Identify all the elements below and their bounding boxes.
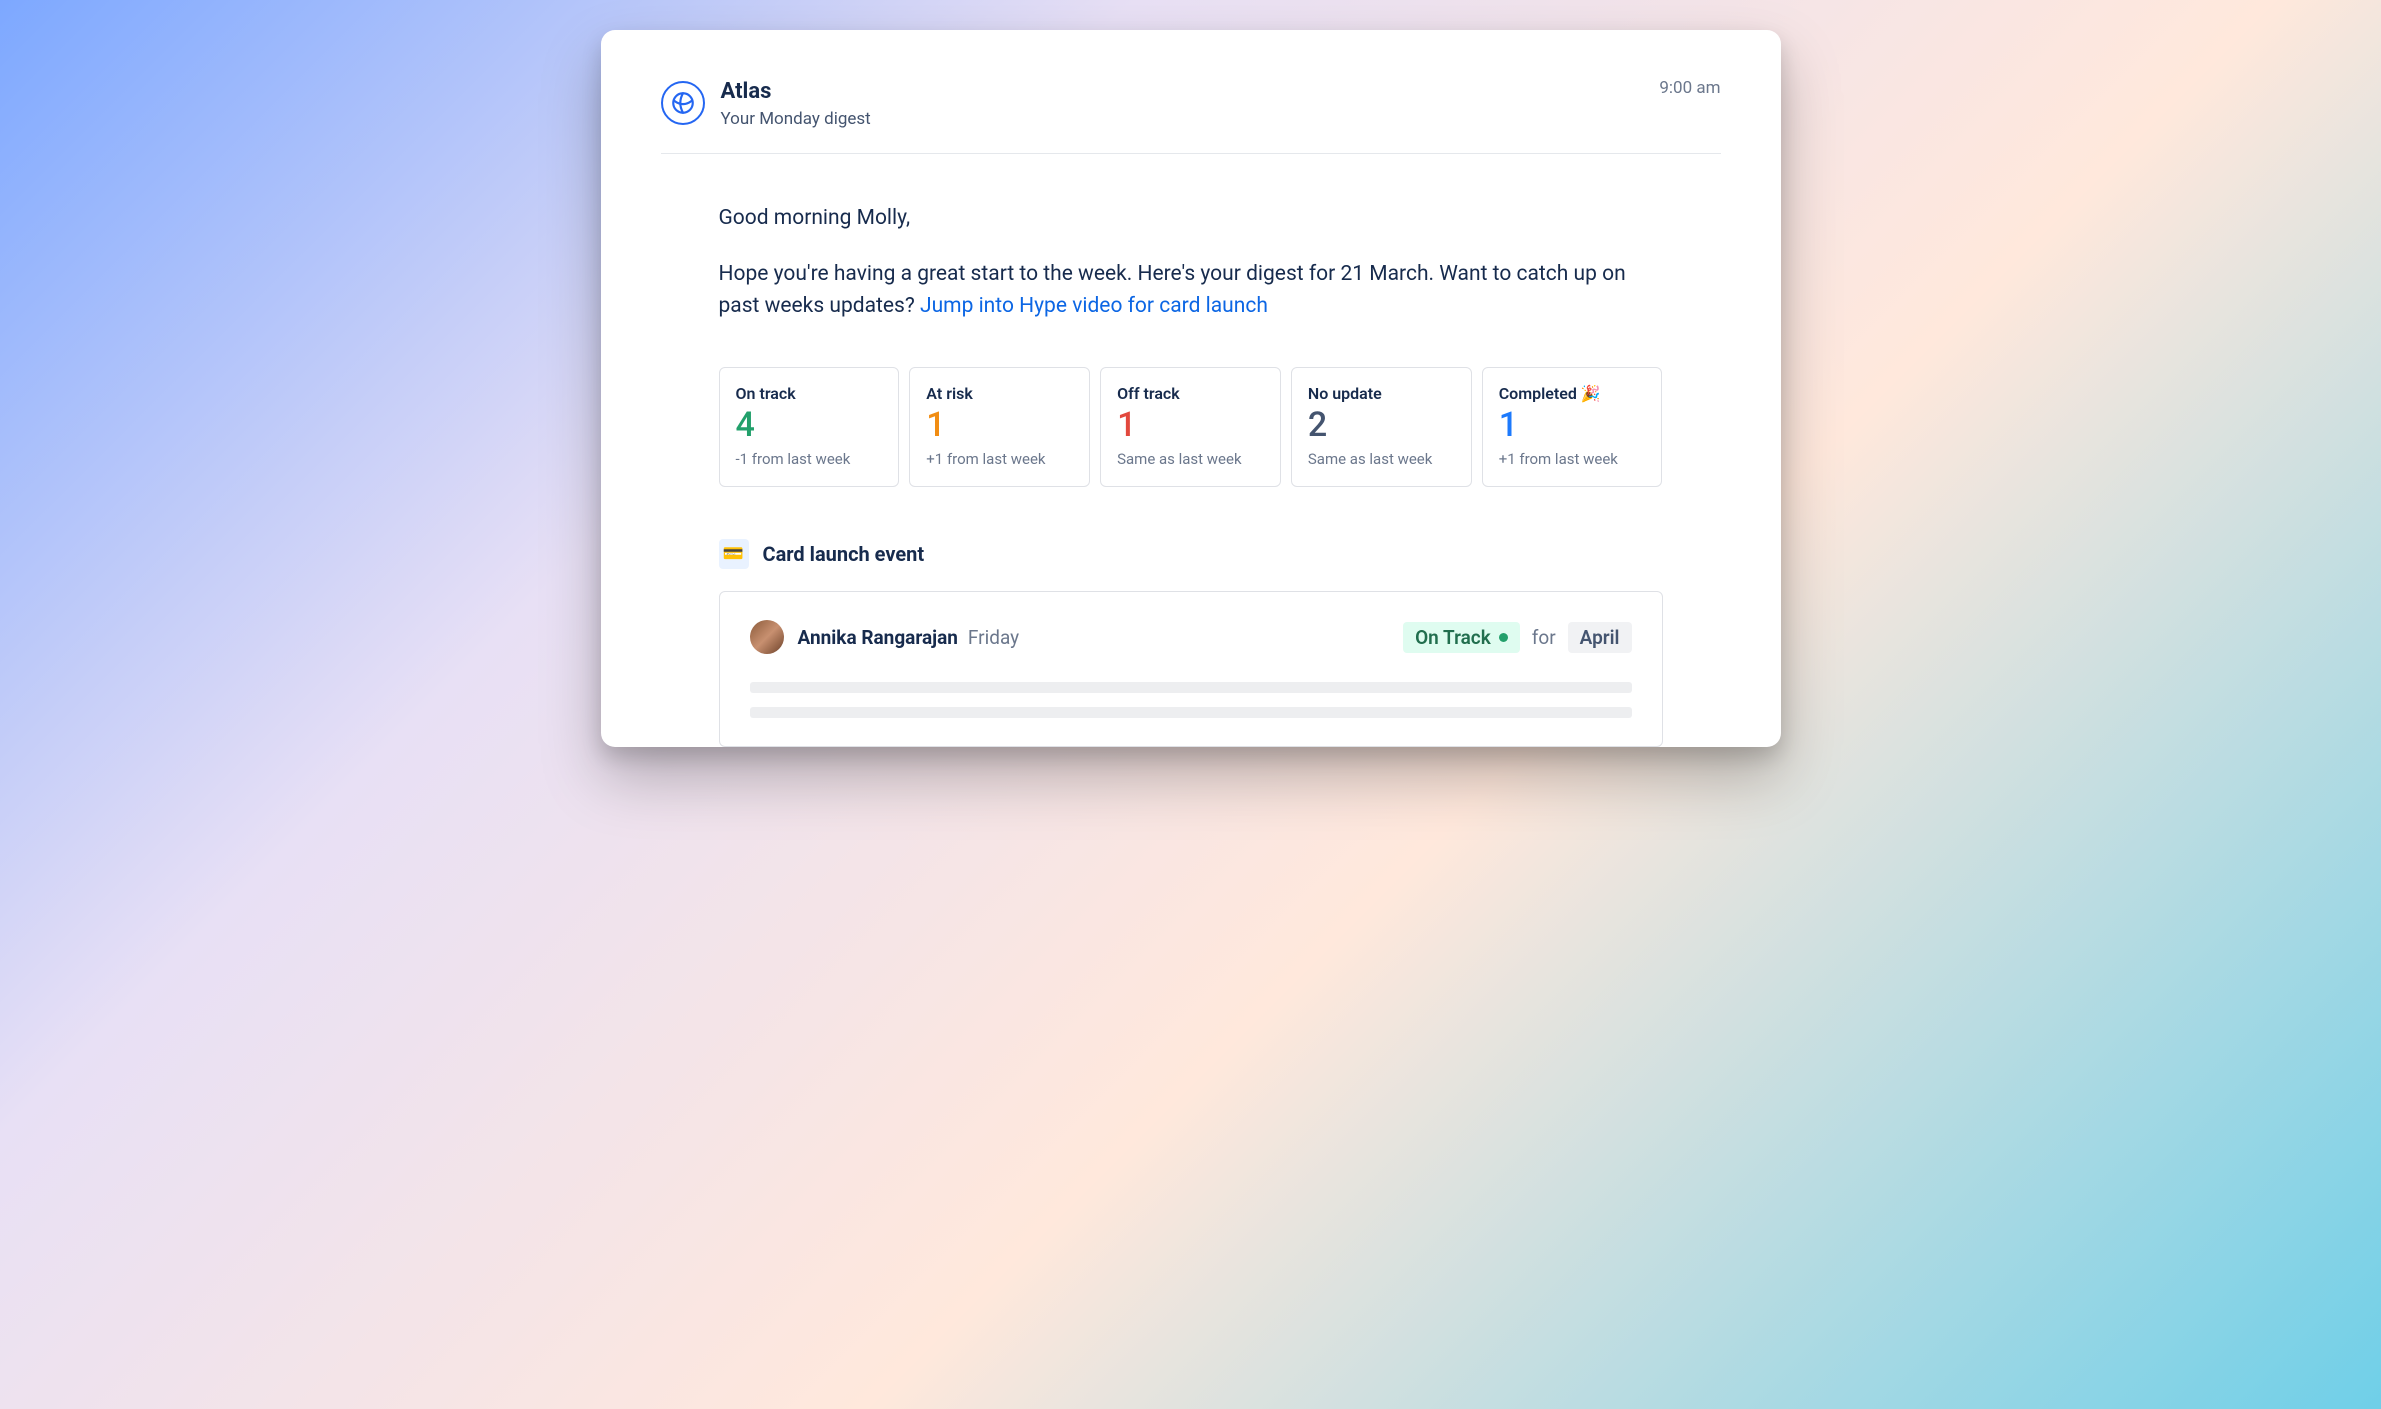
digest-card: Atlas Your Monday digest 9:00 am Good mo… (601, 30, 1781, 747)
stat-on-track[interactable]: On track 4 -1 from last week (719, 367, 900, 487)
stat-value: 2 (1308, 407, 1455, 444)
author-name: Annika Rangarajan (798, 626, 958, 649)
stat-delta: +1 from last week (926, 450, 1073, 468)
stat-value: 1 (1117, 407, 1264, 444)
month-badge: April (1568, 622, 1632, 653)
update-card[interactable]: Annika Rangarajan Friday On Track for Ap… (719, 591, 1663, 747)
stat-delta: Same as last week (1117, 450, 1264, 468)
stat-value: 1 (1499, 407, 1646, 444)
stat-delta: -1 from last week (736, 450, 883, 468)
timestamp: 9:00 am (1659, 78, 1720, 98)
header-left: Atlas Your Monday digest (661, 78, 871, 129)
stat-completed[interactable]: Completed 🎉 1 +1 from last week (1482, 367, 1663, 487)
placeholder-line (750, 707, 1632, 718)
status-label: On Track (1415, 626, 1491, 649)
card-header: Atlas Your Monday digest 9:00 am (661, 78, 1721, 154)
stat-label: Off track (1117, 384, 1264, 403)
status-badge: On Track (1403, 622, 1520, 653)
stat-no-update[interactable]: No update 2 Same as last week (1291, 367, 1472, 487)
stat-value: 4 (736, 407, 883, 444)
greeting: Good morning Molly, (719, 206, 1663, 230)
for-text: for (1532, 626, 1556, 649)
stat-label: No update (1308, 384, 1455, 403)
avatar (750, 620, 784, 654)
stats-row: On track 4 -1 from last week At risk 1 +… (719, 367, 1663, 487)
section-title: Card launch event (763, 542, 925, 566)
author-day: Friday (968, 626, 1019, 649)
stat-label: Completed 🎉 (1499, 384, 1646, 403)
update-header: Annika Rangarajan Friday On Track for Ap… (750, 620, 1632, 654)
digest-subtitle: Your Monday digest (721, 109, 871, 129)
section-title-row: 💳 Card launch event (719, 539, 1663, 569)
stat-label: At risk (926, 384, 1073, 403)
stat-label: On track (736, 384, 883, 403)
stat-at-risk[interactable]: At risk 1 +1 from last week (909, 367, 1090, 487)
atlas-logo-icon (661, 81, 705, 125)
stat-delta: Same as last week (1308, 450, 1455, 468)
stat-delta: +1 from last week (1499, 450, 1646, 468)
app-name: Atlas (721, 78, 871, 107)
intro-link[interactable]: Jump into Hype video for card launch (920, 294, 1268, 318)
header-text: Atlas Your Monday digest (721, 78, 871, 129)
intro-text: Hope you're having a great start to the … (719, 258, 1663, 323)
placeholder-line (750, 682, 1632, 693)
author-line: Annika Rangarajan Friday (798, 626, 1020, 649)
update-status: On Track for April (1403, 622, 1631, 653)
placeholder-content (750, 682, 1632, 718)
card-body: Good morning Molly, Hope you're having a… (661, 154, 1721, 747)
update-author: Annika Rangarajan Friday (750, 620, 1020, 654)
card-emoji-icon: 💳 (719, 539, 749, 569)
stat-value: 1 (926, 407, 1073, 444)
status-dot-icon (1499, 633, 1508, 642)
stat-off-track[interactable]: Off track 1 Same as last week (1100, 367, 1281, 487)
